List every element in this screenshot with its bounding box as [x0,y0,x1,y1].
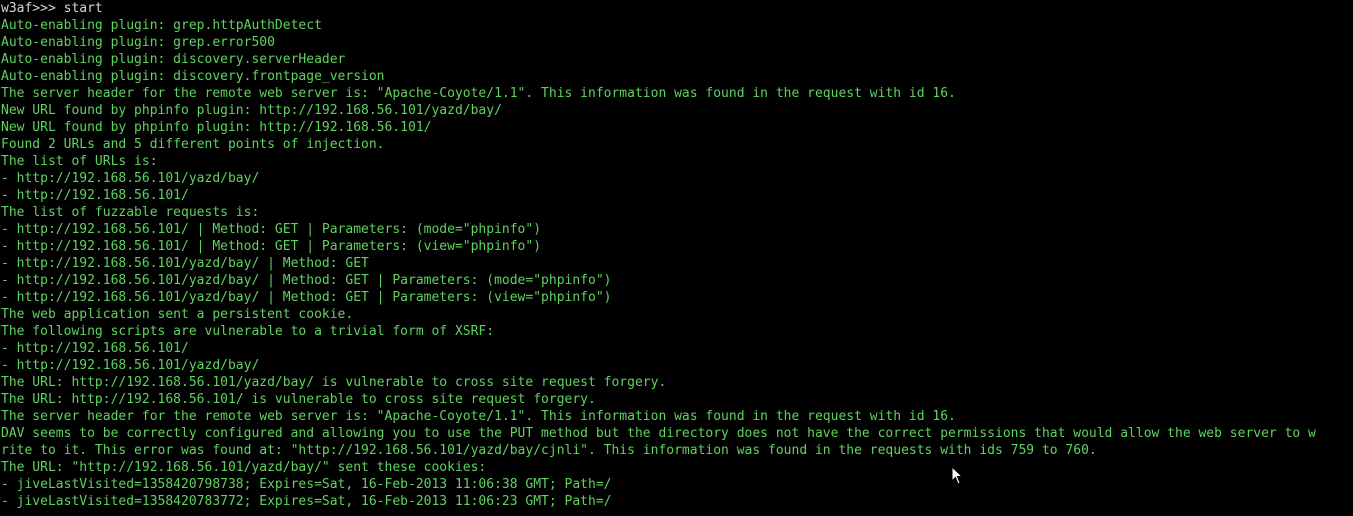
terminal-output-line: DAV seems to be correctly configured and… [1,426,1316,441]
terminal-output-line: Auto-enabling plugin: discovery.frontpag… [1,69,385,84]
terminal-output-line: The server header for the remote web ser… [1,409,956,424]
terminal-output-line: rite to it. This error was found at: "ht… [1,443,1097,458]
terminal-output-line: - http://192.168.56.101/ | Method: GET |… [1,222,542,237]
terminal-output-line: Auto-enabling plugin: discovery.serverHe… [1,52,346,67]
terminal-output-line: - http://192.168.56.101/ [1,341,189,356]
terminal-output-line: Auto-enabling plugin: grep.error500 [1,35,275,50]
terminal-output-line: Auto-enabling plugin: grep.httpAuthDetec… [1,18,322,33]
terminal-output-line: The server header for the remote web ser… [1,86,956,101]
terminal-output-line: The following scripts are vulnerable to … [1,324,495,339]
terminal-output-line: The URL: "http://192.168.56.101/yazd/bay… [1,460,487,475]
terminal-output-line: The URL: http://192.168.56.101/yazd/bay/… [1,375,667,390]
command-prompt-line: w3af>>> start [1,1,103,16]
terminal-output-line: The list of fuzzable requests is: [1,205,260,220]
terminal-output-line: The list of URLs is: [1,154,158,169]
terminal-output-line: New URL found by phpinfo plugin: http://… [1,103,502,118]
terminal-output-line: - http://192.168.56.101/yazd/bay/ | Meth… [1,256,369,271]
terminal-window[interactable]: w3af>>> start Auto-enabling plugin: grep… [0,0,1353,516]
terminal-output-line: - http://192.168.56.101/yazd/bay/ [1,358,260,373]
terminal-output-line: New URL found by phpinfo plugin: http://… [1,120,432,135]
terminal-output-line: The web application sent a persistent co… [1,307,354,322]
terminal-output-line: - http://192.168.56.101/ [1,188,189,203]
terminal-output-line: - http://192.168.56.101/ | Method: GET |… [1,239,542,254]
terminal-output-line: - http://192.168.56.101/yazd/bay/ [1,171,260,186]
terminal-output-line: The URL: http://192.168.56.101/ is vulne… [1,392,596,407]
terminal-output-line: - jiveLastVisited=1358420798738; Expires… [1,477,612,492]
terminal-output: Auto-enabling plugin: grep.httpAuthDetec… [1,17,1353,510]
terminal-output-line: - jiveLastVisited=1358420783772; Expires… [1,494,612,509]
mouse-pointer-icon [951,466,963,485]
terminal-output-line: Found 2 URLs and 5 different points of i… [1,137,385,152]
terminal-output-line: - http://192.168.56.101/yazd/bay/ | Meth… [1,290,612,305]
terminal-output-line: - http://192.168.56.101/yazd/bay/ | Meth… [1,273,612,288]
